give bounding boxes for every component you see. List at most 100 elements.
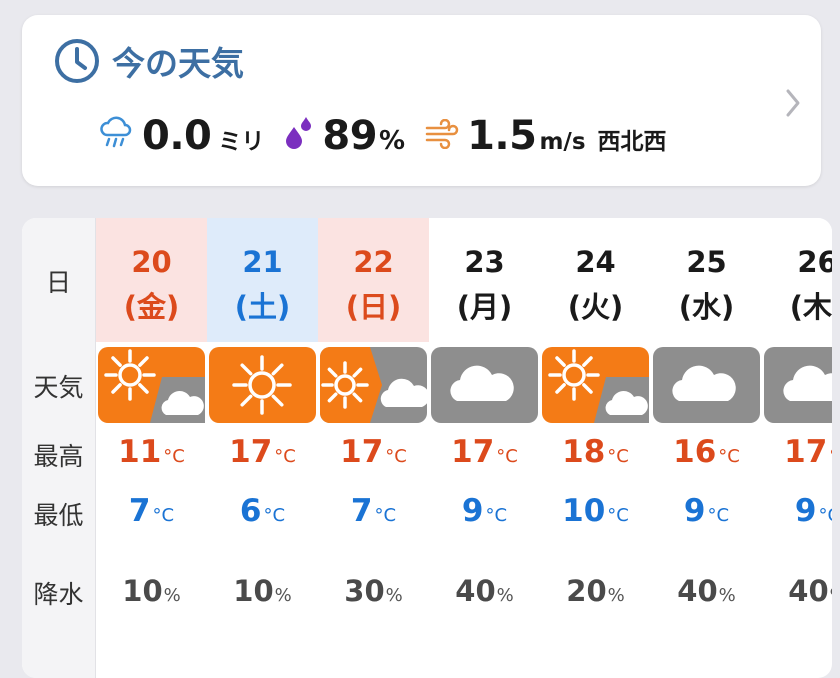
precip-value: 20 <box>566 574 607 608</box>
temp-unit: °C <box>274 446 296 467</box>
precip-chance: 20% <box>540 574 651 608</box>
high-temp: 17°C <box>762 434 832 470</box>
precip-chance: 40% <box>762 574 832 608</box>
droplets-icon <box>284 115 322 153</box>
forecast-day-column[interactable]: 20 (金) 11 °C 7 °C 10% <box>96 218 207 678</box>
row-label-column: 日 天気 最高 最低 降水 <box>22 218 96 678</box>
high-temp-value: 17 <box>340 434 384 470</box>
weather-sun-then-cloud-icon[interactable] <box>542 347 649 427</box>
forecast-day-column[interactable]: 23 (月) 17 °C 9 °C 40% <box>429 218 540 678</box>
forecast-day-column[interactable]: 22 (日) 17 °C 7 °C 30% <box>318 218 430 678</box>
wind-icon <box>425 118 467 153</box>
weather-cloud-icon[interactable] <box>653 347 760 427</box>
label-low: 最低 <box>33 501 84 530</box>
weekly-forecast-card: 日 天気 最高 最低 降水 20 (金) 11 °C 7 °C 10% 21 (土)… <box>22 218 832 678</box>
temp-unit: °C <box>829 446 832 467</box>
weather-sun-then-cloud-icon[interactable] <box>98 347 205 427</box>
temp-unit: °C <box>374 505 397 526</box>
temp-unit: °C <box>485 505 508 526</box>
high-temp: 17°C <box>318 434 429 470</box>
low-temp-value: 10 <box>562 493 606 529</box>
chevron-right-icon[interactable] <box>785 88 801 122</box>
low-temp: 7 °C <box>318 493 429 529</box>
precip-value: 40 <box>677 574 718 608</box>
wind-direction: 西北西 <box>597 129 667 155</box>
day-header: 22 (日) <box>318 218 429 342</box>
current-weather-title-text: 今の天気 <box>112 44 244 83</box>
temp-unit: °C <box>607 505 629 526</box>
temp-unit: °C <box>496 446 518 467</box>
precip-value: 10 <box>122 574 163 608</box>
high-temp: 11 °C <box>96 434 207 470</box>
forecast-day-column[interactable]: 26 (木) 17°C 9°C 40% <box>762 218 832 678</box>
high-temp-value: 16 <box>673 434 717 470</box>
current-weather-title: 今の天気 <box>54 37 244 85</box>
day-number: 26 <box>797 245 832 279</box>
high-temp: 17°C <box>429 434 540 470</box>
temp-unit: °C <box>385 446 407 467</box>
high-temp-value: 17 <box>784 434 828 470</box>
forecast-days: 20 (金) 11 °C 7 °C 10% 21 (土) 17 °C 6 °C 10% … <box>96 218 832 678</box>
day-weekday: (土) <box>234 290 291 324</box>
rain-unit: ミリ <box>218 129 265 155</box>
temp-unit: °C <box>152 505 175 526</box>
forecast-day-column[interactable]: 25 (水) 16 °C 9 °C 40% <box>651 218 762 678</box>
precip-chance: 40% <box>429 574 540 608</box>
precip-value: 30 <box>344 574 385 608</box>
precip-unit: % <box>385 585 403 606</box>
temp-unit: °C <box>263 505 286 526</box>
day-header: 25 (水) <box>651 218 762 342</box>
label-precip: 降水 <box>33 580 84 609</box>
humidity-unit: % <box>379 126 406 156</box>
low-temp-value: 6 <box>239 493 262 529</box>
day-weekday: (月) <box>456 290 513 324</box>
clock-icon <box>54 38 100 84</box>
forecast-day-column[interactable]: 24 (火) 18 °C 10 °C 20% <box>540 218 651 678</box>
forecast-day-column[interactable]: 21 (土) 17 °C 6 °C 10% <box>207 218 318 678</box>
humidity-stat: 89 % <box>284 113 405 159</box>
day-header: 20 (金) <box>96 218 207 342</box>
low-temp-value: 9 <box>461 493 484 529</box>
precip-chance: 10% <box>96 574 207 608</box>
high-temp: 16 °C <box>651 434 762 470</box>
high-temp-value: 18 <box>562 434 606 470</box>
temp-unit: °C <box>163 446 185 467</box>
precip-unit: % <box>163 585 181 606</box>
current-weather-card[interactable]: 今の天気 0.0 ミリ 89 % 1.5 m/s 西北西 <box>22 15 821 186</box>
precip-unit: % <box>718 585 736 606</box>
temp-unit: °C <box>607 446 629 467</box>
rain-cloud-icon <box>98 115 142 153</box>
weather-cloud-icon[interactable] <box>764 347 832 427</box>
weather-cloud-icon[interactable] <box>431 347 538 427</box>
weather-sun-icon[interactable] <box>209 347 316 427</box>
precip-value: 10 <box>233 574 274 608</box>
high-temp: 17°C <box>207 434 318 470</box>
day-header: 23 (月) <box>429 218 540 342</box>
low-temp-value: 7 <box>128 493 151 529</box>
precip-unit: % <box>830 585 832 606</box>
precip-chance: 30% <box>318 574 429 608</box>
day-header: 24 (火) <box>540 218 651 342</box>
precip-chance: 10% <box>207 574 318 608</box>
day-number: 20 <box>131 245 172 279</box>
low-temp-value: 9 <box>683 493 706 529</box>
day-header: 26 (木) <box>762 218 832 342</box>
low-temp: 7 °C <box>96 493 207 529</box>
precip-unit: % <box>496 585 514 606</box>
humidity-value: 89 <box>322 113 378 159</box>
weather-sun-cloud-split-icon[interactable] <box>320 347 430 427</box>
low-temp: 6 °C <box>207 493 318 529</box>
high-temp-value: 11 <box>118 434 162 470</box>
label-day: 日 <box>45 268 71 297</box>
low-temp: 9°C <box>762 493 832 529</box>
day-weekday: (金) <box>123 290 180 324</box>
day-weekday: (水) <box>678 290 735 324</box>
precip-chance: 40% <box>651 574 762 608</box>
day-number: 25 <box>686 245 727 279</box>
day-number: 23 <box>464 245 505 279</box>
day-number: 21 <box>242 245 283 279</box>
rain-stat: 0.0 ミリ <box>98 113 264 159</box>
high-temp-value: 17 <box>451 434 495 470</box>
current-weather-stats: 0.0 ミリ 89 % 1.5 m/s 西北西 <box>98 111 687 161</box>
precip-unit: % <box>607 585 625 606</box>
